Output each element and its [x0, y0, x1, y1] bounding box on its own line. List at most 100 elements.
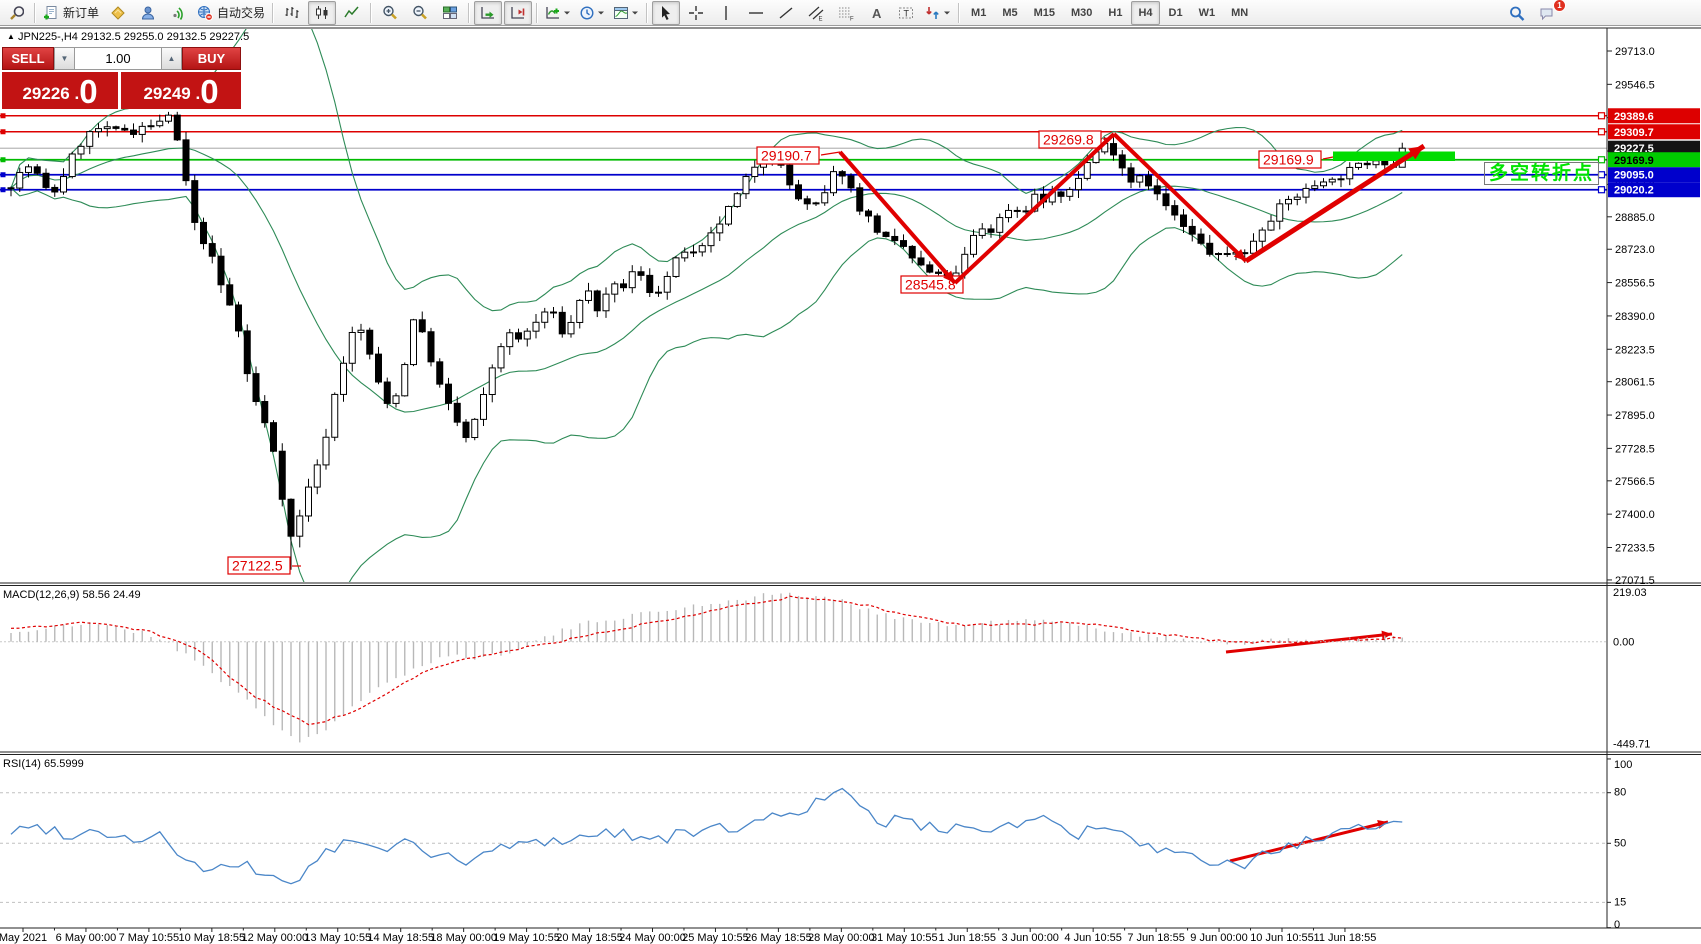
- time-tick-label: 10 May 18:55: [179, 932, 246, 944]
- chart-canvas[interactable]: 27122.529190.728545.829269.829169.929713…: [0, 0, 1701, 944]
- tf-w1-button[interactable]: W1: [1192, 1, 1223, 25]
- macd-signal-line: [11, 596, 1402, 725]
- time-tick-label: 9 Jun 00:00: [1190, 932, 1248, 944]
- rsi-scale-label: 0: [1614, 919, 1620, 931]
- time-tick-label: 12 May 00:00: [241, 932, 308, 944]
- toolbar-separator: [468, 3, 470, 23]
- price-tick-label: 29713.0: [1615, 46, 1655, 58]
- crosshair-button[interactable]: [682, 1, 710, 25]
- signal-icon: [170, 5, 186, 21]
- tf-d1-button[interactable]: D1: [1162, 1, 1190, 25]
- templates-button[interactable]: [610, 1, 642, 25]
- time-tick-label: 7 Jun 18:55: [1127, 932, 1185, 944]
- tf-mn-button[interactable]: MN: [1224, 1, 1255, 25]
- channel-icon: E: [808, 5, 824, 21]
- macd-name: MACD(12,26,9): [3, 589, 79, 601]
- template-icon: [613, 5, 629, 21]
- rsi-value: 65.5999: [44, 758, 84, 770]
- svg-text:E: E: [819, 16, 823, 21]
- tf-m30-button[interactable]: M30: [1064, 1, 1099, 25]
- gold-icon: [110, 5, 126, 21]
- tf-m15-button[interactable]: M15: [1027, 1, 1062, 25]
- fibonacci-button[interactable]: F: [832, 1, 860, 25]
- tile-windows-button[interactable]: [436, 1, 464, 25]
- time-tick-label: 19 May 10:55: [493, 932, 560, 944]
- zoom-in-icon: [382, 5, 398, 21]
- trendline-button[interactable]: [772, 1, 800, 25]
- text-button[interactable]: A: [862, 1, 890, 25]
- textA-icon: A: [868, 5, 884, 21]
- chevron-down-icon: [943, 9, 951, 17]
- chevron-down-icon: [597, 9, 605, 17]
- trend-zigzag[interactable]: [840, 134, 1246, 283]
- horizontal-line-button[interactable]: [742, 1, 770, 25]
- buy-button[interactable]: BUY: [182, 47, 241, 70]
- autotrading-button[interactable]: 自动交易: [194, 1, 268, 25]
- arrows-button[interactable]: [922, 1, 954, 25]
- zoom-out-button[interactable]: [406, 1, 434, 25]
- tf-h1-button[interactable]: H1: [1101, 1, 1129, 25]
- line-chart-button[interactable]: [338, 1, 366, 25]
- rsi-scale-label: 80: [1614, 787, 1626, 799]
- price-tick-label: 27895.0: [1615, 410, 1655, 422]
- vertical-line-button[interactable]: [712, 1, 740, 25]
- channel-button[interactable]: E: [802, 1, 830, 25]
- bar-chart-button[interactable]: [278, 1, 306, 25]
- fibo-icon: F: [838, 5, 854, 21]
- time-tick-label: 20 May 18:55: [556, 932, 623, 944]
- indicator-icon: [545, 5, 561, 21]
- auto-scroll-button[interactable]: [474, 1, 502, 25]
- green-highlight-bar[interactable]: [1333, 152, 1455, 162]
- price-tick-label: 27728.5: [1615, 443, 1655, 455]
- macd-scale-label: -449.71: [1613, 739, 1650, 751]
- hline-icon: [748, 5, 764, 21]
- price-tick-label: 28556.5: [1615, 278, 1655, 290]
- time-axis[interactable]: May 20216 May 00:007 May 10:5510 May 18:…: [0, 928, 1376, 944]
- time-tick-label: May 2021: [0, 932, 47, 944]
- text-label-button[interactable]: T: [892, 1, 920, 25]
- zoom-in-button[interactable]: [376, 1, 404, 25]
- deposit-icon-button[interactable]: [104, 1, 132, 25]
- one-click-trade-panel: SELL ▼ 1.00 ▲ BUY 29226 .0 29249 .0: [2, 47, 241, 109]
- chart-shift-button[interactable]: [504, 1, 532, 25]
- price-tick-label: 28390.0: [1615, 311, 1655, 323]
- sell-price-button[interactable]: 29226 .0: [2, 72, 118, 109]
- price-tick-label: 27566.5: [1615, 476, 1655, 488]
- chat-icon: [1539, 6, 1555, 22]
- price-badge-text: 29169.9: [1614, 155, 1654, 167]
- symbol-ohlc: 29132.5 29255.0 29132.5 29227.5: [81, 31, 249, 43]
- volume-increase-button[interactable]: ▲: [161, 47, 182, 70]
- tf-h4-button[interactable]: H4: [1131, 1, 1159, 25]
- buy-price-button[interactable]: 29249 .0: [121, 72, 241, 109]
- time-tick-label: 10 Jun 10:55: [1250, 932, 1314, 944]
- new-order-button[interactable]: 新订单: [40, 1, 102, 25]
- indicators-button[interactable]: [542, 1, 574, 25]
- periods-button[interactable]: [576, 1, 608, 25]
- cursor-button[interactable]: [652, 1, 680, 25]
- trend-icon: [778, 5, 794, 21]
- candlestick-chart-button[interactable]: [308, 1, 336, 25]
- textT-icon: T: [898, 5, 914, 21]
- profile-icon-button[interactable]: [134, 1, 162, 25]
- symbol-header: ▲ JPN225-,H4 29132.5 29255.0 29132.5 292…: [7, 31, 249, 43]
- tf-m1-button[interactable]: M1: [964, 1, 993, 25]
- signals-icon-button[interactable]: [164, 1, 192, 25]
- price-badge-text: 29020.2: [1614, 185, 1654, 197]
- search-button[interactable]: [1503, 2, 1531, 26]
- rsi-name: RSI(14): [3, 758, 41, 770]
- macd-values: 58.56 24.49: [82, 589, 140, 601]
- price-badge-text: 29095.0: [1614, 170, 1654, 182]
- turning-point-note[interactable]: 多空转折点: [1484, 162, 1599, 185]
- collapse-triangle-icon[interactable]: ▲: [7, 32, 15, 41]
- notification-badge: 1: [1553, 0, 1566, 12]
- tf-m5-button[interactable]: M5: [995, 1, 1024, 25]
- notifications-button[interactable]: 1: [1533, 2, 1561, 26]
- person-icon: [140, 5, 156, 21]
- buy-price-big-digit: 0: [200, 77, 218, 107]
- macd-scale-label: 0.00: [1613, 637, 1634, 649]
- volume-decrease-button[interactable]: ▼: [54, 47, 75, 70]
- volume-input[interactable]: 1.00: [75, 47, 161, 70]
- sell-button[interactable]: SELL: [2, 47, 54, 70]
- toolbar-separator: [272, 3, 274, 23]
- search-icon: [1509, 6, 1525, 22]
